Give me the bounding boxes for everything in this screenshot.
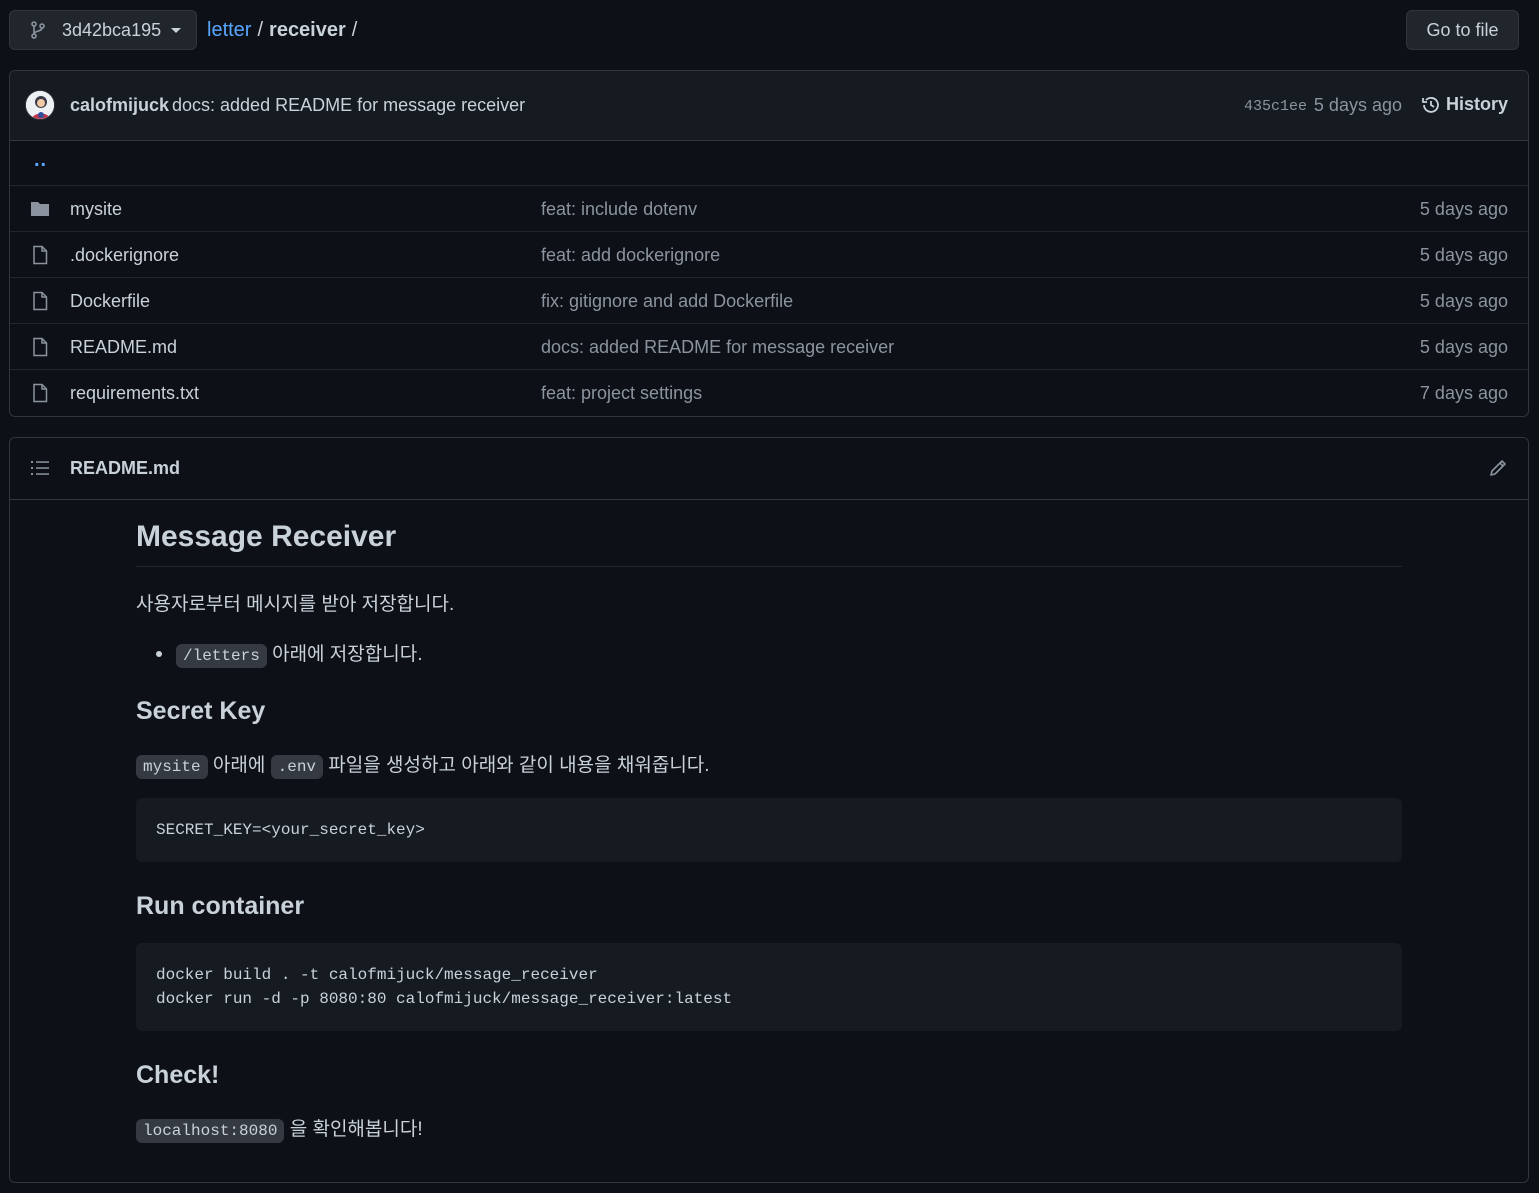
file-name-link[interactable]: Dockerfile (70, 291, 150, 312)
file-commit-time: 7 days ago (1419, 383, 1508, 403)
file-commit-message-link[interactable]: feat: add dockerignore (541, 245, 720, 266)
file-icon (30, 383, 50, 403)
commit-message-link[interactable]: docs: added README for message receiver (172, 95, 525, 116)
file-commit-message-link[interactable]: feat: include dotenv (541, 199, 697, 220)
table-row[interactable]: .dockerignore feat: add dockerignore 5 d… (10, 232, 1528, 278)
breadcrumb-current-dir: receiver (269, 18, 346, 41)
heading-run-container: Run container (136, 892, 305, 920)
file-icon (30, 337, 50, 357)
commit-time: 5 days ago (1313, 95, 1402, 115)
branch-selector-button[interactable]: 3d42bca195 (9, 10, 197, 50)
table-row[interactable]: Dockerfile fix: gitignore and add Docker… (10, 278, 1528, 324)
readme-header: README.md (10, 438, 1528, 500)
avatar[interactable] (25, 90, 55, 120)
readme-intro: 사용자로부터 메시지를 받아 저장합니다. (136, 594, 455, 615)
file-name-link[interactable]: mysite (70, 199, 122, 220)
latest-commit-bar: calofmijuck docs: added README for messa… (10, 71, 1528, 141)
inline-code: /letters (176, 644, 267, 668)
breadcrumb: letter / receiver / (207, 10, 363, 50)
code-block-secret: SECRET_KEY=<your_secret_key> (136, 798, 1402, 862)
breadcrumb-separator: / (257, 18, 264, 41)
code-block-run: docker build . -t calofmijuck/message_re… (136, 943, 1402, 1031)
file-commit-message-link[interactable]: fix: gitignore and add Dockerfile (541, 291, 793, 312)
chevron-down-icon (171, 27, 182, 33)
inline-code: .env (270, 755, 324, 779)
history-icon (1421, 95, 1441, 115)
table-row[interactable]: README.md docs: added README for message… (10, 324, 1528, 370)
file-name-link[interactable]: README.md (70, 337, 177, 358)
readme-title: Message Receiver (136, 520, 1402, 567)
secret-paragraph: mysite 아래에 .env 파일을 생성하고 아래와 같이 내용을 채워줍니… (136, 750, 710, 779)
heading-check: Check! (136, 1061, 220, 1089)
code-line: SECRET_KEY=<your_secret_key> (156, 821, 425, 839)
file-list: calofmijuck docs: added README for messa… (9, 70, 1529, 417)
file-commit-time: 5 days ago (1419, 199, 1508, 219)
code-line: docker run -d -p 8080:80 calofmijuck/mes… (156, 990, 733, 1008)
list-item-text: 아래에 저장합니다. (266, 644, 423, 665)
pencil-icon[interactable] (1488, 458, 1508, 478)
paragraph-text: 아래에 (207, 755, 271, 776)
commit-author-link[interactable]: calofmijuck (70, 95, 169, 116)
file-icon (30, 245, 50, 265)
file-commit-time: 5 days ago (1419, 245, 1508, 265)
file-commit-message-link[interactable]: feat: project settings (541, 383, 702, 404)
readme-filename: README.md (70, 458, 181, 478)
folder-icon (30, 199, 50, 219)
code-line: docker build . -t calofmijuck/message_re… (156, 966, 598, 984)
file-name-link[interactable]: .dockerignore (70, 245, 179, 266)
top-bar: 3d42bca195 letter / receiver / Go to fil… (9, 10, 1519, 50)
go-to-file-button[interactable]: Go to file (1406, 10, 1519, 50)
history-button[interactable]: History (1421, 94, 1508, 115)
check-paragraph: localhost:8080 을 확인해봅니다! (136, 1114, 423, 1143)
parent-directory-link[interactable]: .. (34, 149, 47, 172)
list-item: /letters 아래에 저장합니다. (176, 639, 423, 668)
parent-directory-row[interactable]: .. (10, 141, 1528, 186)
table-row[interactable]: requirements.txt feat: project settings … (10, 370, 1528, 416)
commit-sha-link[interactable]: 435c1ee (1244, 98, 1307, 115)
branch-name: 3d42bca195 (62, 19, 162, 40)
history-label: History (1445, 94, 1508, 114)
git-branch-icon (30, 20, 50, 40)
file-name-link[interactable]: requirements.txt (70, 383, 199, 404)
table-row[interactable]: mysite feat: include dotenv 5 days ago (10, 186, 1528, 232)
file-icon (30, 291, 50, 311)
inline-code: mysite (136, 755, 208, 779)
inline-code: localhost:8080 (136, 1119, 285, 1143)
breadcrumb-repo-link[interactable]: letter (207, 19, 251, 42)
list-bullet (156, 651, 162, 657)
list-unordered-icon[interactable] (30, 458, 50, 478)
readme-panel: README.md Message Receiver 사용자로부터 메시지를 받… (9, 437, 1529, 1183)
file-commit-time: 5 days ago (1419, 337, 1508, 357)
file-commit-time: 5 days ago (1419, 291, 1508, 311)
breadcrumb-separator: / (351, 18, 358, 41)
paragraph-text: 파일을 생성하고 아래와 같이 내용을 채워줍니다. (323, 755, 710, 776)
heading-secret-key: Secret Key (136, 697, 266, 725)
file-commit-message-link[interactable]: docs: added README for message receiver (541, 337, 894, 358)
paragraph-text: 을 확인해봅니다! (284, 1119, 423, 1140)
